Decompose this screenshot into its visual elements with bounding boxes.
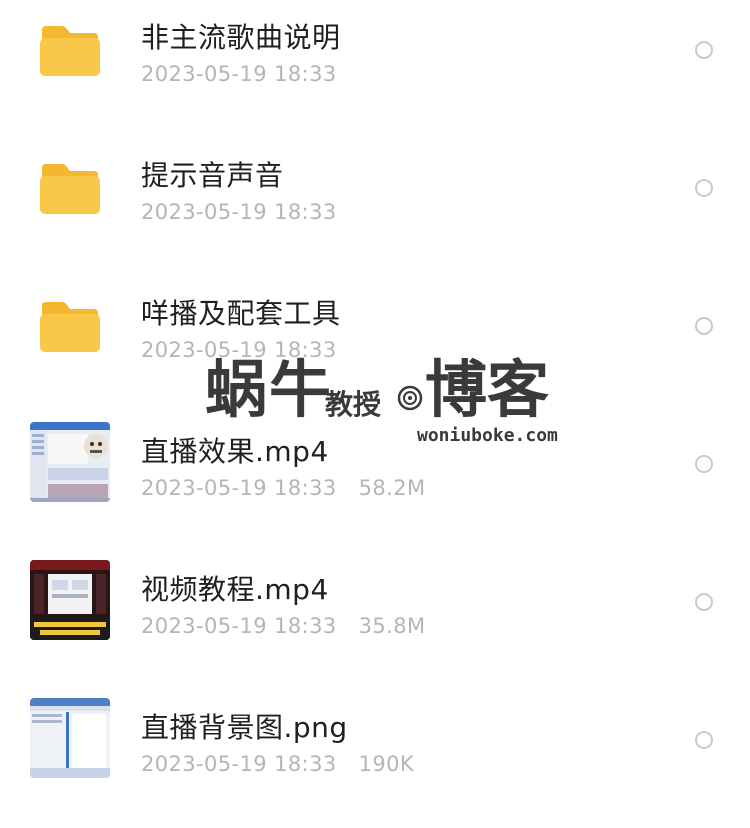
- file-size: 58.2M: [358, 476, 426, 500]
- image-thumbnail-image: [30, 698, 110, 778]
- file-name: 提示音声音: [141, 159, 284, 192]
- file-date: 2023-05-19 18:33: [141, 200, 337, 224]
- folder-icon: [40, 164, 100, 214]
- file-meta: 2023-05-19 18:33 58.2M: [141, 476, 426, 500]
- image-thumbnail: [30, 698, 110, 778]
- file-size: 35.8M: [358, 614, 426, 638]
- select-radio[interactable]: [695, 179, 713, 197]
- watermark-left-text: 蜗牛: [205, 353, 334, 426]
- file-date: 2023-05-19 18:33: [141, 614, 337, 638]
- video-thumbnail: [30, 560, 110, 640]
- file-name: 咩播及配套工具: [141, 297, 341, 330]
- select-radio[interactable]: [695, 593, 713, 611]
- folder-icon: [40, 26, 100, 76]
- watermark: 蜗牛 教授 博客 woniuboke.com: [205, 353, 558, 447]
- list-item[interactable]: 直播背景图.png 2023-05-19 18:33 190K: [0, 690, 750, 828]
- file-name: 视频教程.mp4: [141, 573, 329, 606]
- watermark-url: woniuboke.com: [417, 425, 558, 446]
- list-item[interactable]: 视频教程.mp4 2023-05-19 18:33 35.8M: [0, 552, 750, 690]
- file-meta: 2023-05-19 18:33: [141, 62, 337, 86]
- file-date: 2023-05-19 18:33: [141, 62, 337, 86]
- select-radio[interactable]: [695, 317, 713, 335]
- select-radio[interactable]: [695, 455, 713, 473]
- folder-icon: [40, 302, 100, 352]
- video-thumbnail-image: [30, 422, 110, 502]
- select-radio[interactable]: [695, 731, 713, 749]
- watermark-middle-text: 教授: [325, 388, 382, 421]
- watermark-right-text: 博客: [425, 353, 550, 426]
- file-meta: 2023-05-19 18:33: [141, 200, 337, 224]
- file-date: 2023-05-19 18:33: [141, 752, 337, 776]
- select-radio[interactable]: [695, 41, 713, 59]
- video-thumbnail: [30, 422, 110, 502]
- list-item[interactable]: 提示音声音 2023-05-19 18:33: [0, 138, 750, 276]
- file-date: 2023-05-19 18:33: [141, 476, 337, 500]
- list-item[interactable]: 非主流歌曲说明 2023-05-19 18:33: [0, 0, 750, 138]
- file-name: 非主流歌曲说明: [141, 21, 341, 54]
- file-meta: 2023-05-19 18:33 190K: [141, 752, 414, 776]
- snail-logo-icon: [397, 385, 423, 411]
- file-size: 190K: [358, 752, 415, 776]
- file-name: 直播背景图.png: [141, 711, 348, 744]
- video-thumbnail-image: [30, 560, 110, 640]
- file-meta: 2023-05-19 18:33 35.8M: [141, 614, 426, 638]
